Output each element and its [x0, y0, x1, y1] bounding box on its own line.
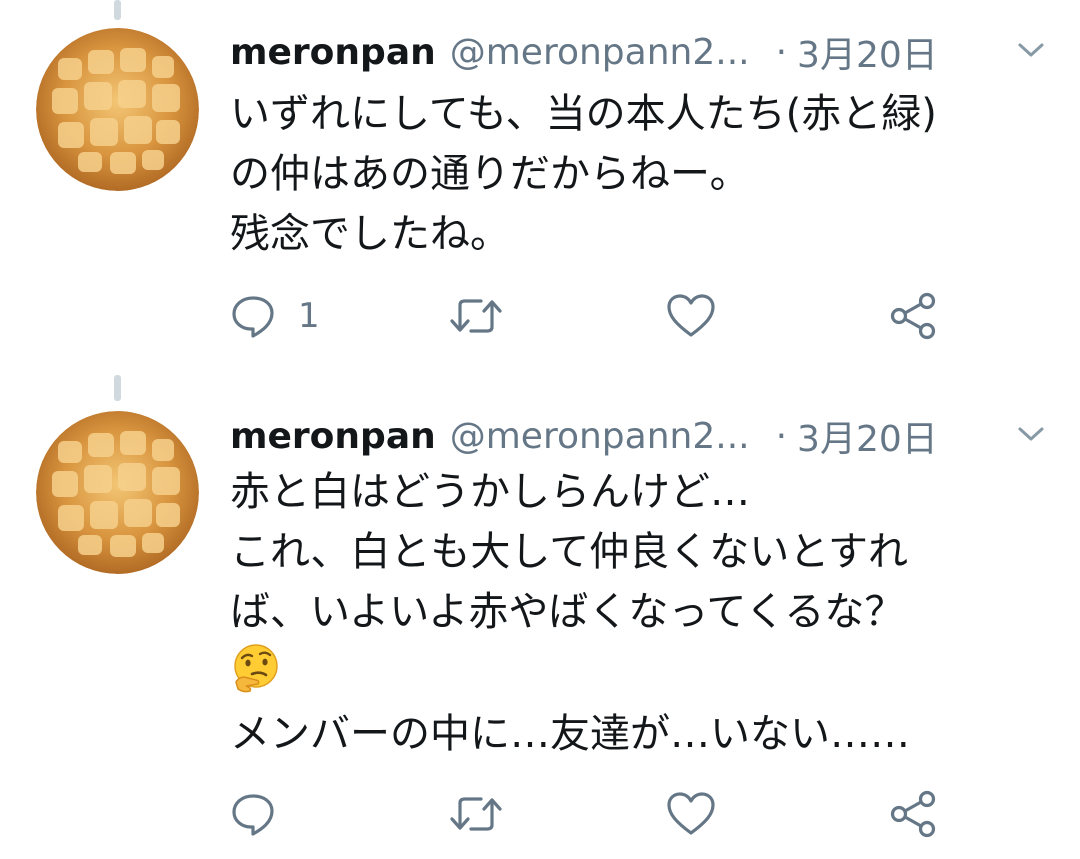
reply-button[interactable]: 1 — [230, 288, 320, 344]
avatar[interactable] — [36, 28, 199, 191]
reply-count: 1 — [298, 296, 320, 336]
heart-icon — [667, 792, 715, 835]
reply-icon — [232, 794, 274, 836]
like-button[interactable] — [666, 786, 716, 842]
tweet-text-line: ば、いよいよ赤やばくなってくるな？ — [230, 589, 905, 635]
share-icon — [890, 292, 936, 340]
tweet-text-line: 残念でしたね。 — [230, 211, 510, 257]
tweet-header: meronpan @meronpann2... · 3月20日 — [230, 406, 1050, 466]
tweet-actions: 1 — [230, 288, 950, 344]
separator-dot: · — [775, 415, 788, 457]
separator-dot: · — [775, 31, 788, 73]
tweet-actions — [230, 786, 950, 842]
tweet-date[interactable]: 3月20日 — [797, 410, 938, 462]
reply-button[interactable] — [230, 786, 298, 842]
melon-pan-avatar-icon — [36, 411, 199, 574]
display-name[interactable]: meronpan — [230, 416, 436, 457]
emoji-line — [230, 642, 1060, 704]
like-button[interactable] — [666, 288, 716, 344]
tweet-text-line: いずれにしても、当の本人たち(赤と緑) — [230, 91, 937, 137]
user-handle[interactable]: @meronpann2... — [450, 416, 750, 457]
tweet-date[interactable]: 3月20日 — [797, 26, 938, 78]
share-button[interactable] — [888, 786, 938, 842]
tweet[interactable]: meronpan @meronpann2... · 3月20日 赤と白はどうかし… — [0, 370, 1080, 859]
retweet-button[interactable] — [448, 786, 504, 842]
melon-pan-avatar-icon — [36, 28, 199, 191]
reply-icon — [232, 296, 274, 338]
chevron-down-icon[interactable] — [1016, 422, 1046, 446]
retweet-icon — [450, 797, 502, 831]
avatar[interactable] — [36, 411, 199, 574]
heart-icon — [667, 294, 715, 337]
tweet[interactable]: meronpan @meronpann2... · 3月20日 いずれにしても、… — [0, 0, 1080, 370]
chevron-down-icon[interactable] — [1016, 38, 1046, 62]
thread-connector-line — [114, 0, 121, 20]
tweet-text: いずれにしても、当の本人たち(赤と緑) の仲はあの通りだからねー。 残念でしたね… — [230, 84, 1060, 264]
thread-connector-line — [114, 375, 121, 401]
tweet-header: meronpan @meronpann2... · 3月20日 — [230, 22, 1050, 82]
tweet-text-line: メンバーの中に…友達が…いない…… — [230, 711, 910, 757]
display-name[interactable]: meronpan — [230, 32, 436, 73]
retweet-icon — [450, 299, 502, 333]
share-button[interactable] — [888, 288, 938, 344]
retweet-button[interactable] — [448, 288, 504, 344]
tweet-text-line: これ、白とも大して仲良くないとすれ — [230, 529, 908, 575]
tweet-text-line: の仲はあの通りだからねー。 — [230, 151, 750, 197]
thinking-face-emoji-icon — [234, 644, 278, 693]
tweet-text-line: 赤と白はどうかしらんけど… — [230, 469, 750, 515]
tweet-text: 赤と白はどうかしらんけど… これ、白とも大して仲良くないとすれ ば、いよいよ赤や… — [230, 462, 1060, 764]
user-handle[interactable]: @meronpann2... — [450, 32, 750, 73]
tweet-timeline: meronpan @meronpann2... · 3月20日 いずれにしても、… — [0, 0, 1080, 859]
share-icon — [890, 790, 936, 838]
